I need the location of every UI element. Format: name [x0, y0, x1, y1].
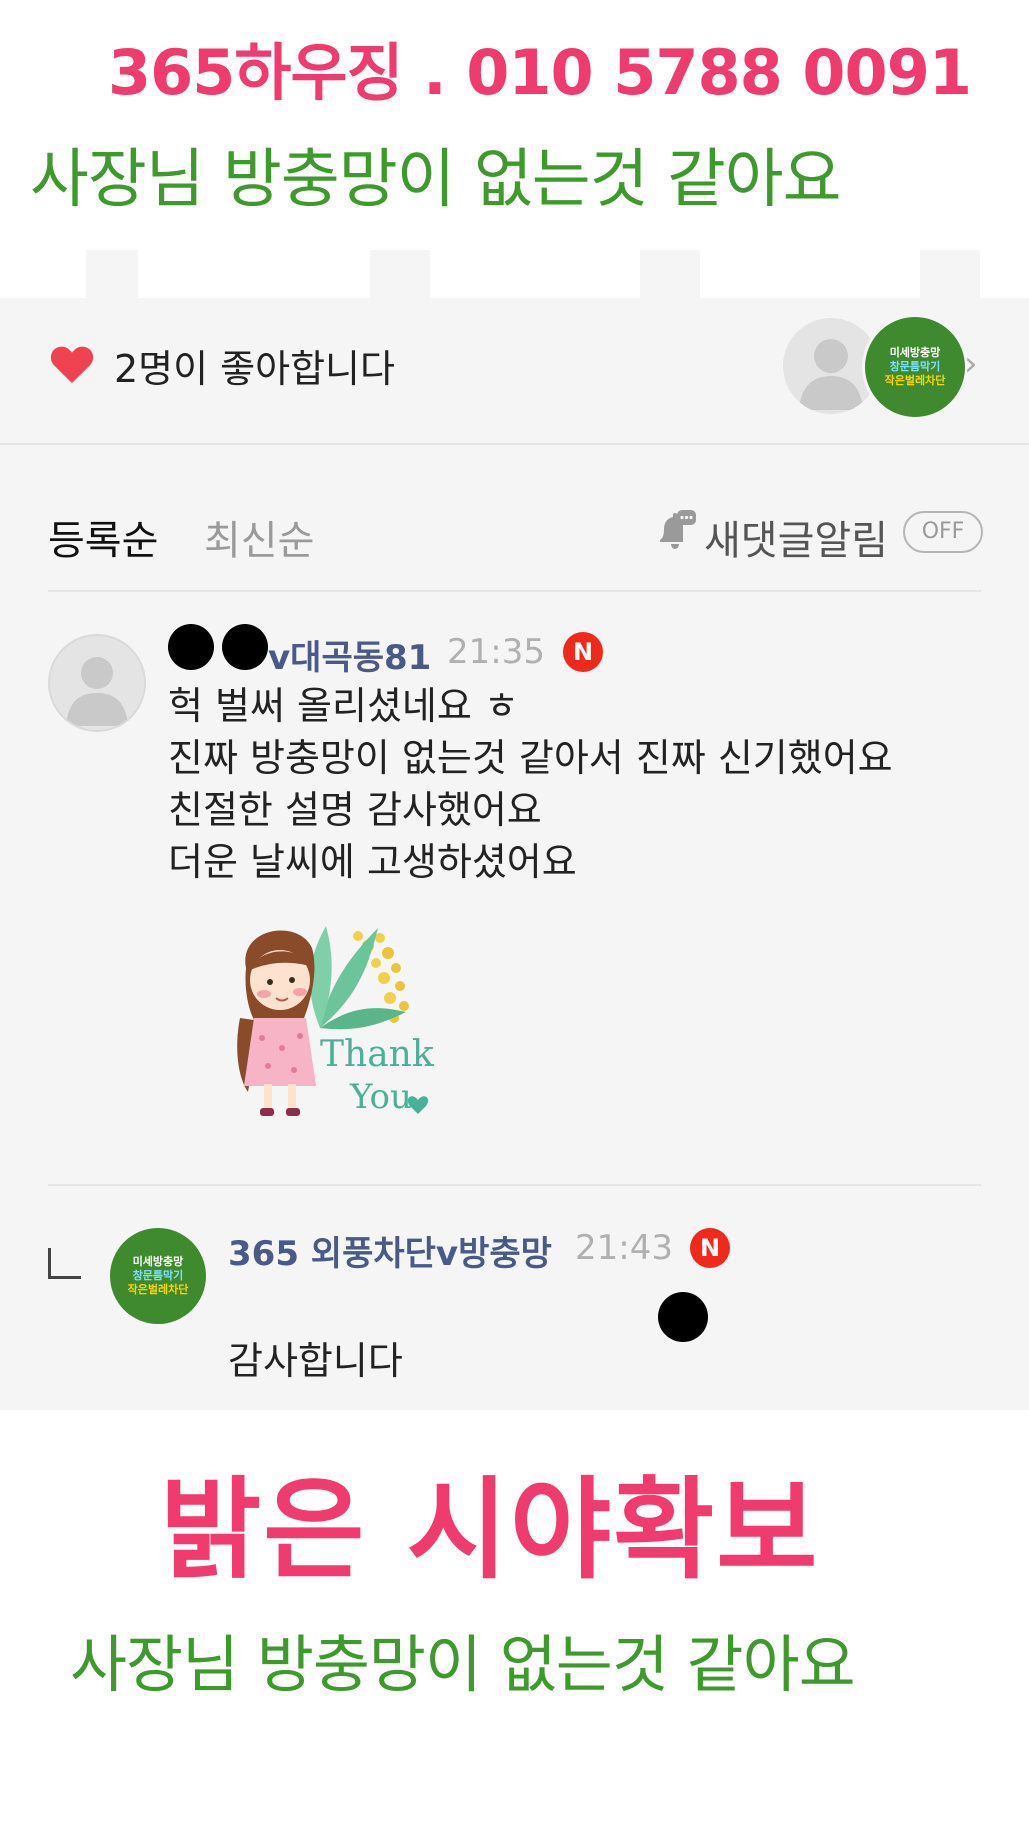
promo-subtitle-bottom: 사장님 방충망이 없는것 같아요	[70, 1628, 856, 1701]
comment-body: 헉 벌써 올리셨네요 ㅎ 진짜 방충망이 없는것 같아서 진짜 신기했어요 친절…	[168, 680, 893, 888]
promo-subtitle-top: 사장님 방충망이 없는것 같아요	[30, 143, 841, 217]
divider	[48, 1184, 981, 1186]
heart-icon[interactable]	[48, 340, 96, 388]
redaction-dot	[658, 1292, 708, 1342]
divider	[48, 590, 981, 592]
avatar-badge-line: 창문틈막기	[132, 1269, 184, 1282]
bell-icon[interactable]	[652, 508, 698, 554]
comment-line: 더운 날씨에 고생하셨어요	[168, 840, 577, 884]
sticker-text: You	[349, 1077, 412, 1117]
thank-you-sticker[interactable]: Thank You	[208, 908, 448, 1144]
likes-count-text[interactable]: 2명이 좋아합니다	[114, 338, 395, 393]
comment-line: 친절한 설명 감사했어요	[168, 788, 542, 832]
new-comment-alert-label: 새댓글알림	[704, 518, 888, 564]
avatar-brand[interactable]: 미세방충망 창문틈막기 작은벌레차단	[862, 314, 968, 420]
avatar-badge-line: 미세방충망	[889, 346, 941, 359]
avatar-badge-line: 미세방충망	[132, 1255, 184, 1268]
sort-option-registered[interactable]: 등록순	[48, 508, 158, 566]
alert-toggle[interactable]: OFF	[903, 511, 983, 553]
avatar-badge-line: 작은벌레차단	[884, 374, 946, 387]
chevron-right-icon[interactable]: ›	[964, 344, 978, 384]
comment-avatar-brand[interactable]: 미세방충망 창문틈막기 작은벌레차단	[110, 1228, 206, 1324]
comment-line: 진짜 방충망이 없는것 같아서 진짜 신기했어요	[168, 736, 893, 780]
avatar-badge-line: 작은벌레차단	[127, 1283, 189, 1296]
comment-body: 감사합니다	[228, 1339, 403, 1383]
default-user-icon	[66, 657, 128, 726]
promo-headline-bottom: 밝은 시야확보	[160, 1466, 820, 1594]
redaction-dot	[168, 624, 214, 670]
comment-line: 헉 벌써 올리셨네요 ㅎ	[168, 684, 519, 728]
reply-arrow-icon	[48, 1248, 81, 1279]
new-badge: N	[563, 632, 603, 672]
comment-time: 21:35	[447, 632, 545, 672]
promo-phone-line: 365하우징 . 010 5788 0091	[108, 36, 972, 109]
sort-option-latest[interactable]: 최신순	[204, 508, 314, 566]
comment-time: 21:43	[575, 1228, 673, 1268]
sticker-text: Thank	[320, 1034, 435, 1075]
new-badge: N	[690, 1228, 730, 1268]
redaction-dot	[222, 624, 268, 670]
comment-author[interactable]: v대곡동81	[268, 630, 431, 679]
comment-author[interactable]: 365 외풍차단v방충망	[228, 1226, 552, 1275]
comment-avatar[interactable]	[48, 634, 146, 732]
avatar-badge-line: 창문틈막기	[889, 360, 941, 373]
